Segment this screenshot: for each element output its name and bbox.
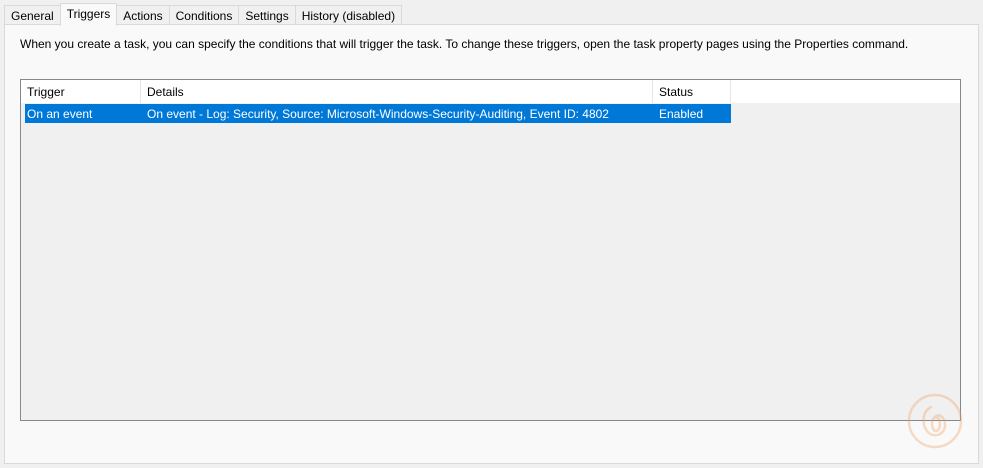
tab-general[interactable]: General (4, 5, 61, 25)
tab-settings[interactable]: Settings (238, 5, 296, 25)
tab-triggers[interactable]: Triggers (59, 3, 118, 26)
cell-status: Enabled (659, 106, 704, 121)
list-header: Trigger Details Status (21, 80, 960, 103)
column-header-status[interactable]: Status (653, 80, 731, 103)
triggers-panel: When you create a task, you can specify … (4, 24, 979, 464)
tab-conditions[interactable]: Conditions (168, 5, 240, 25)
table-row[interactable]: On an event On event - Log: Security, So… (25, 104, 731, 123)
tab-strip: General Triggers Actions Conditions Sett… (4, 3, 403, 26)
cell-details: On event - Log: Security, Source: Micros… (147, 106, 609, 121)
column-header-trigger[interactable]: Trigger (21, 80, 141, 103)
column-header-details[interactable]: Details (141, 80, 653, 103)
tab-actions[interactable]: Actions (116, 5, 170, 25)
logo-watermark-icon (907, 393, 963, 449)
description-text: When you create a task, you can specify … (20, 37, 909, 51)
cell-trigger: On an event (27, 106, 93, 121)
tab-history[interactable]: History (disabled) (294, 5, 403, 25)
triggers-list[interactable]: Trigger Details Status On an event On ev… (20, 79, 961, 421)
